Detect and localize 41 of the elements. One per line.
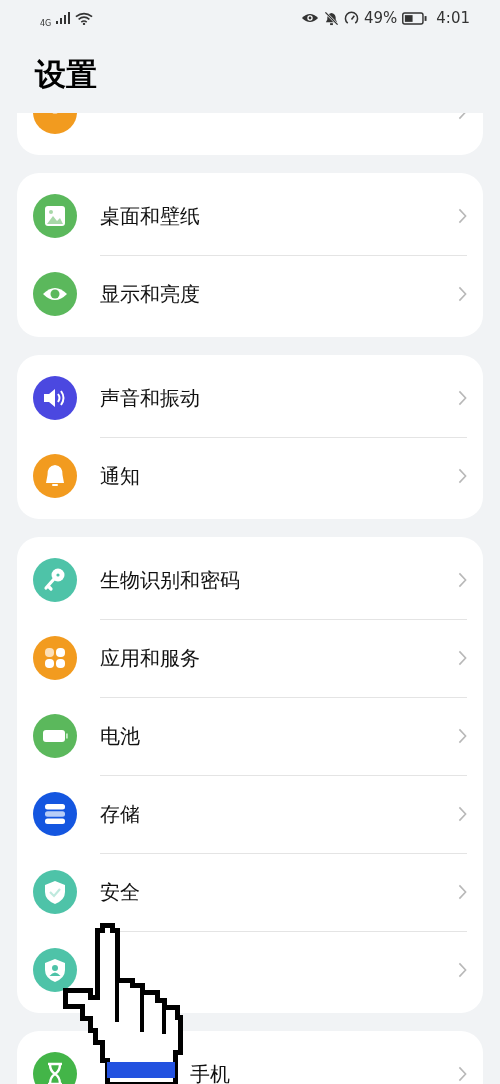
item-label: 手机	[190, 1060, 231, 1084]
settings-item[interactable]: 存储	[17, 775, 483, 853]
chevron-right-icon	[458, 806, 467, 822]
chevron-right-icon	[458, 468, 467, 484]
item-label: 安全	[100, 878, 141, 906]
item-label: 应用和服务	[100, 644, 201, 672]
settings-item[interactable]: 电池	[17, 697, 483, 775]
settings-item[interactable]: 桌面和壁纸	[17, 177, 483, 255]
chevron-right-icon	[458, 208, 467, 224]
bell-off-icon	[323, 10, 339, 26]
eye-icon	[300, 12, 319, 24]
battery-icon	[402, 11, 428, 25]
chevron-right-icon	[458, 390, 467, 406]
item-label: 电池	[100, 722, 141, 750]
chevron-right-icon	[458, 650, 467, 666]
item-label: 声音和振动	[100, 384, 201, 412]
item-label: 生物识别和密码	[100, 566, 241, 594]
item-label: 桌面和壁纸	[100, 202, 201, 230]
chevron-right-icon	[458, 962, 467, 978]
settings-item[interactable]: 生物识别和密码	[17, 541, 483, 619]
chevron-right-icon	[458, 1066, 467, 1082]
settings-item[interactable]: 显示和亮度	[17, 255, 483, 333]
settings-item[interactable]: 通知	[17, 437, 483, 515]
speed-icon	[343, 10, 359, 26]
chevron-right-icon	[458, 286, 467, 302]
item-label: 存储	[100, 800, 141, 828]
settings-item[interactable]: 声音和振动	[17, 359, 483, 437]
page-title: 设置	[35, 54, 97, 94]
chevron-right-icon	[458, 572, 467, 588]
settings-item[interactable]: 安全	[17, 853, 483, 931]
wifi-icon	[75, 11, 94, 25]
clock-time: 4:01	[436, 9, 470, 27]
chevron-right-icon	[458, 884, 467, 900]
settings-item[interactable]: 应用和服务	[17, 619, 483, 697]
battery-percent: 49%	[363, 9, 398, 27]
item-label: 显示和亮度	[100, 280, 201, 308]
item-label: 通知	[100, 462, 141, 490]
network-type: 4G	[40, 18, 52, 28]
settings-item[interactable]: 手机	[17, 1035, 483, 1084]
signal-icon	[56, 12, 71, 24]
chevron-right-icon	[458, 728, 467, 744]
